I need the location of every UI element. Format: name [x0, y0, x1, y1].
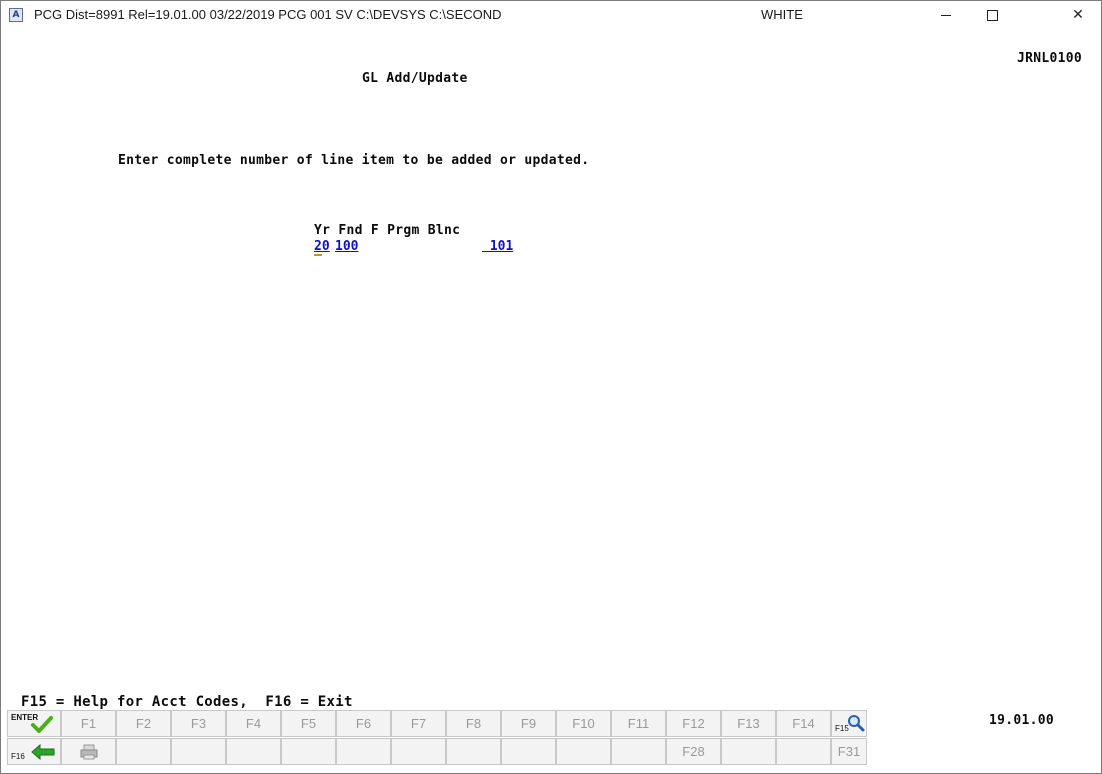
- magnifier-icon: [848, 715, 865, 732]
- f10-button[interactable]: F10: [556, 710, 611, 737]
- window-title: PCG Dist=8991 Rel=19.01.00 03/22/2019 PC…: [34, 7, 502, 22]
- f5-button[interactable]: F5: [281, 710, 336, 737]
- f6-button[interactable]: F6: [336, 710, 391, 737]
- instruction-prompt: Enter complete number of line item to be…: [118, 153, 590, 168]
- version-label: 19.01.00: [989, 713, 1055, 728]
- screen-id: JRNL0100: [1017, 51, 1083, 66]
- f26-button[interactable]: [556, 738, 611, 765]
- enter-button[interactable]: ENTER: [7, 710, 61, 737]
- app-icon: A: [9, 8, 23, 22]
- window-user: WHITE: [761, 7, 803, 22]
- help-line: F15 = Help for Acct Codes, F16 = Exit: [21, 694, 353, 710]
- minimize-button[interactable]: [923, 1, 969, 29]
- f16-label: F16: [11, 752, 25, 761]
- f31-button[interactable]: F31: [831, 738, 867, 765]
- f18-button[interactable]: [116, 738, 171, 765]
- function-key-bar: ENTER F1 F2 F3 F4 F5 F6 F7 F8 F9 F10 F11…: [7, 710, 867, 767]
- f3-button[interactable]: F3: [171, 710, 226, 737]
- f23-button[interactable]: [391, 738, 446, 765]
- f27-button[interactable]: [611, 738, 666, 765]
- f29-button[interactable]: [721, 738, 776, 765]
- f14-button[interactable]: F14: [776, 710, 831, 737]
- column-headers: Yr Fnd F Prgm Blnc: [314, 223, 461, 238]
- f4-button[interactable]: F4: [226, 710, 281, 737]
- printer-icon: [80, 744, 97, 759]
- title-bar: A PCG Dist=8991 Rel=19.01.00 03/22/2019 …: [1, 1, 1101, 29]
- maximize-button[interactable]: [969, 1, 1015, 29]
- f2-button[interactable]: F2: [116, 710, 171, 737]
- fund-field[interactable]: 100: [335, 239, 358, 254]
- f9-button[interactable]: F9: [501, 710, 556, 737]
- balance-field[interactable]: 101: [482, 239, 514, 254]
- f24-button[interactable]: [446, 738, 501, 765]
- enter-checkmark-icon: [31, 716, 53, 733]
- f11-button[interactable]: F11: [611, 710, 666, 737]
- f1-button[interactable]: F1: [61, 710, 116, 737]
- f21-button[interactable]: [281, 738, 336, 765]
- application-window: A PCG Dist=8991 Rel=19.01.00 03/22/2019 …: [0, 0, 1102, 774]
- close-button[interactable]: ✕: [1055, 1, 1101, 29]
- exit-arrow-icon: [31, 743, 55, 761]
- minimize-icon: [941, 14, 951, 16]
- f30-button[interactable]: [776, 738, 831, 765]
- f15-button[interactable]: F15: [831, 710, 867, 737]
- f28-button[interactable]: F28: [666, 738, 721, 765]
- f22-button[interactable]: [336, 738, 391, 765]
- f20-button[interactable]: [226, 738, 281, 765]
- print-button[interactable]: [61, 738, 116, 765]
- f7-button[interactable]: F7: [391, 710, 446, 737]
- f19-button[interactable]: [171, 738, 226, 765]
- year-field[interactable]: 20: [314, 239, 330, 254]
- f16-button[interactable]: F16: [7, 738, 61, 765]
- text-cursor: [314, 254, 322, 256]
- f25-button[interactable]: [501, 738, 556, 765]
- page-title: GL Add/Update: [362, 71, 468, 86]
- f8-button[interactable]: F8: [446, 710, 501, 737]
- f13-button[interactable]: F13: [721, 710, 776, 737]
- maximize-icon: [986, 9, 998, 21]
- f12-button[interactable]: F12: [666, 710, 721, 737]
- close-icon: ✕: [1072, 7, 1084, 23]
